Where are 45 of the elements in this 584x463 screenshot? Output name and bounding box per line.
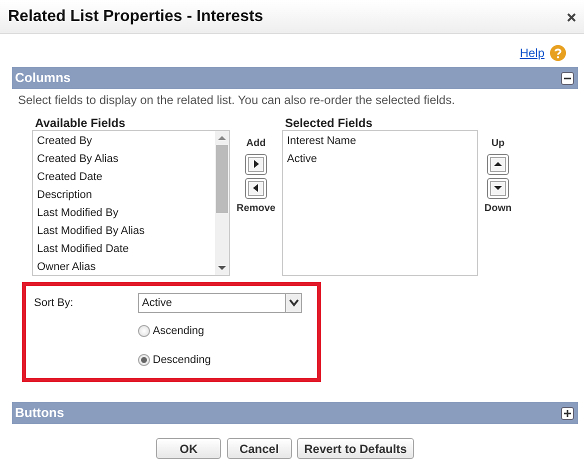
list-item[interactable]: Active: [283, 150, 477, 168]
field-list[interactable]: Interest Name Active: [282, 130, 478, 276]
down-triangle-icon: [493, 183, 503, 193]
list-item[interactable]: Created By Alias: [33, 150, 215, 168]
close-icon: [567, 12, 576, 22]
action-button[interactable]: OK: [156, 438, 222, 459]
help-link[interactable]: Help: [520, 44, 544, 62]
list-item[interactable]: Created Date: [33, 168, 215, 186]
scrollbar[interactable]: [215, 131, 229, 275]
list-item[interactable]: Owner Alias: [33, 258, 215, 276]
list-item[interactable]: Interest Name: [283, 132, 477, 150]
sort-order-radio[interactable]: Ascending: [138, 323, 302, 340]
expand-button[interactable]: [561, 406, 574, 420]
minus-icon: [561, 72, 574, 84]
move-up-button[interactable]: [487, 154, 509, 175]
left-triangle-icon: [251, 183, 261, 193]
move-label: Remove: [236, 202, 276, 216]
sort-dropdown[interactable]: Active: [138, 293, 302, 313]
plus-icon: [561, 406, 574, 420]
action-button[interactable]: Revert to Defaults: [297, 438, 414, 459]
caret-icon: [288, 299, 298, 307]
list-item[interactable]: Description: [33, 186, 215, 204]
section-title: Buttons: [15, 404, 64, 422]
remove-button[interactable]: [245, 178, 267, 198]
list-title: Selected Fields: [284, 116, 374, 130]
action-button[interactable]: Cancel: [226, 438, 292, 459]
list-item[interactable]: Created By: [33, 132, 215, 150]
help-icon: [550, 45, 566, 61]
list-title: Available Fields: [34, 116, 126, 130]
add-button[interactable]: [245, 154, 267, 175]
right-triangle-icon: [251, 159, 261, 170]
move-down-button[interactable]: [487, 178, 509, 198]
list-item[interactable]: Last Modified Date: [33, 240, 215, 258]
move-label: Down: [484, 202, 512, 216]
move-label: Add: [246, 137, 266, 151]
section-title: Columns: [15, 69, 71, 88]
section-description: Select fields to display on the related list. You can also re-order the selected fields.: [17, 92, 456, 109]
sort-order-radio[interactable]: Descending: [138, 352, 302, 368]
dialog-title: Related List Properties - Interests: [8, 6, 264, 26]
sort-label: Sort By:: [34, 296, 74, 311]
list-item[interactable]: Last Modified By Alias: [33, 222, 215, 240]
move-label: Up: [491, 137, 505, 151]
collapse-button[interactable]: [561, 72, 574, 84]
field-list[interactable]: Created By Created By Alias Created Date Description Last Modified By Last Modified By Alias Last Modified Date Owner Alias: [32, 130, 230, 276]
list-item[interactable]: Last Modified By: [33, 204, 215, 222]
